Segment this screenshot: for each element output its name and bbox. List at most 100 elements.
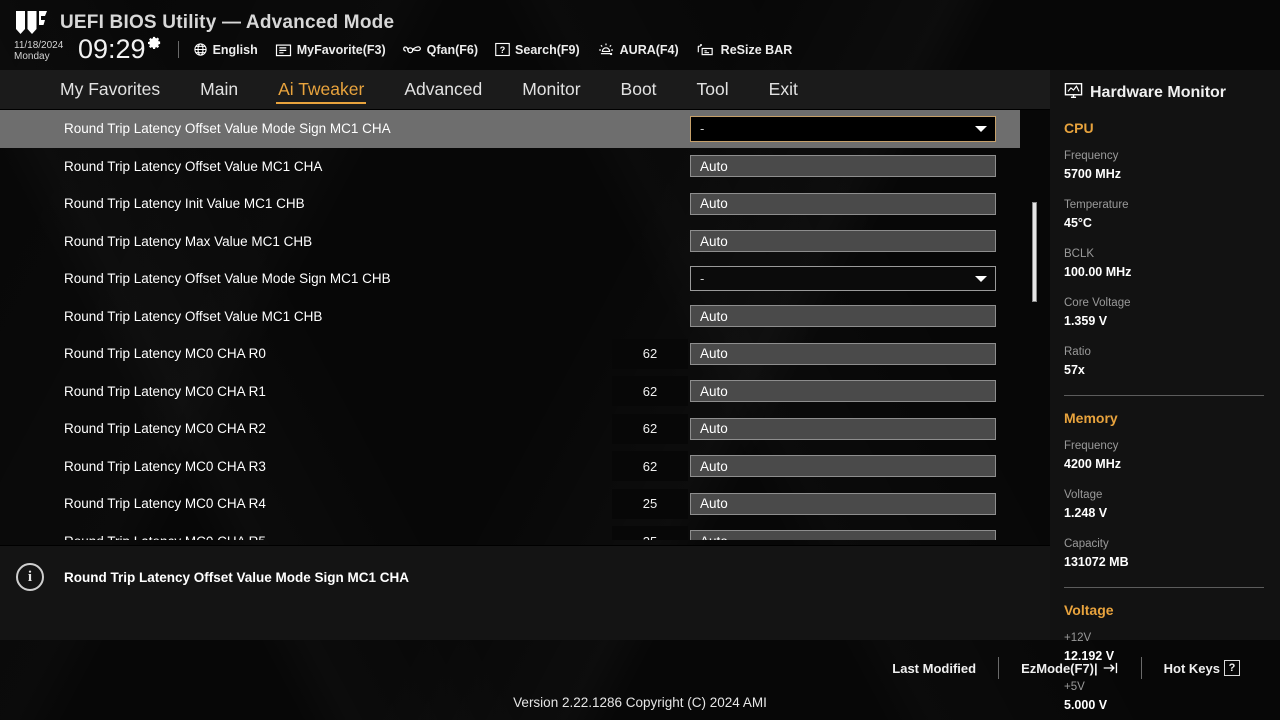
hw-entry: Frequency 4200 MHz — [1064, 438, 1177, 474]
chevron-down-icon — [975, 125, 987, 132]
menu-item-boot[interactable]: Boot — [601, 80, 677, 99]
enter-arrow-icon — [1102, 661, 1119, 675]
setting-input[interactable]: Auto — [690, 530, 996, 540]
globe-icon — [193, 42, 208, 57]
setting-label: Round Trip Latency MC0 CHA R3 — [64, 458, 266, 474]
question-box-icon: ? — [495, 42, 510, 57]
menu-item-tool[interactable]: Tool — [677, 80, 749, 99]
hotkeys-button[interactable]: Hot Keys ? — [1142, 660, 1262, 676]
setting-input[interactable]: Auto — [690, 305, 996, 328]
setting-row[interactable]: Round Trip Latency Init Value MC1 CHB Aut… — [0, 185, 1050, 223]
hw-entry: Core Voltage 1.359 V — [1064, 295, 1177, 331]
setting-row[interactable]: Round Trip Latency MC0 CHA R4 25 Auto — [0, 485, 1050, 523]
menu-item-advanced[interactable]: Advanced — [384, 80, 502, 99]
hw-entry-value: 131072 MB — [1064, 555, 1129, 570]
setting-row[interactable]: Round Trip Latency Offset Value MC1 CHA A… — [0, 148, 1050, 186]
hw-entry-key: Ratio — [1064, 346, 1091, 358]
hw-entry: Ratio 57x — [1064, 344, 1280, 380]
setting-current-value: 62 — [612, 376, 688, 407]
setting-label: Round Trip Latency MC0 CHA R2 — [64, 421, 266, 437]
setting-dropdown[interactable]: - — [690, 115, 996, 142]
setting-row[interactable]: Round Trip Latency MC0 CHA R0 62 Auto — [0, 335, 1050, 373]
hw-entry: Voltage 1.248 V — [1064, 487, 1177, 523]
setting-label: Round Trip Latency MC0 CHA R5 — [64, 534, 266, 540]
setting-label: Round Trip Latency Init Value MC1 CHB — [64, 196, 305, 212]
menu-item-my-favorites[interactable]: My Favorites — [40, 80, 180, 99]
setting-row[interactable]: Round Trip Latency Offset Value MC1 CHB A… — [0, 298, 1050, 336]
hw-separator — [1064, 587, 1264, 588]
settings-list: Round Trip Latency Offset Value Mode Sig… — [0, 110, 1050, 540]
setting-input[interactable]: Auto — [690, 230, 996, 253]
setting-row[interactable]: Round Trip Latency Offset Value Mode Sig… — [0, 110, 1020, 148]
setting-input[interactable]: Auto — [690, 455, 996, 478]
setting-dropdown[interactable]: - — [690, 266, 996, 292]
resize-bar-icon — [696, 42, 716, 58]
lang-label: English — [212, 42, 258, 57]
chevron-down-icon — [975, 275, 987, 282]
dropdown-value: - — [700, 271, 705, 287]
info-icon: i — [16, 563, 44, 591]
scrollbar-thumb[interactable] — [1032, 202, 1037, 302]
ezmode-label: EzMode(F7)| — [1021, 660, 1098, 676]
hw-section-entries: Frequency 5700 MHz Temperature 45°C BCLK 100.… — [1064, 148, 1280, 393]
setting-row[interactable]: Round Trip Latency MC0 CHA R5 25Auto — [0, 523, 1050, 540]
ezmode-button[interactable]: EzMode(F7)| — [999, 661, 1141, 676]
hw-entry-value: 100.00 MHz — [1064, 265, 1132, 280]
setting-input[interactable]: Auto — [690, 155, 996, 178]
clock-text: 09:29 — [78, 34, 146, 64]
hw-entry-value: 4200 MHz — [1064, 457, 1121, 472]
tuf-gaming-logo — [14, 10, 48, 36]
hardware-monitor-title: Hardware Monitor — [1064, 82, 1280, 104]
header-toolbar: 11/18/2024 Monday 09:29 English MyFavori… — [14, 36, 809, 63]
setting-row[interactable]: Round Trip Latency MC0 CHA R2 62 Auto — [0, 410, 1050, 448]
setting-row[interactable]: Round Trip Latency MC0 CHA R1 62 Auto — [0, 373, 1050, 411]
setting-current-value: 25 — [612, 526, 688, 540]
hw-separator — [1064, 395, 1264, 396]
title-row: UEFI BIOS Utility — Advanced Mode — [14, 10, 394, 36]
search-label: Search(F9) — [515, 42, 580, 57]
hw-section-entries: Frequency 4200 MHz Voltage 1.248 V Capacity 1… — [1064, 438, 1280, 585]
setting-current-value: 62 — [612, 451, 688, 482]
setting-input[interactable]: Auto — [690, 342, 996, 365]
dropdown-value: - — [700, 121, 705, 137]
menu-item-monitor[interactable]: Monitor — [502, 80, 600, 99]
gear-icon[interactable] — [147, 35, 162, 55]
menu-item-exit[interactable]: Exit — [749, 80, 818, 99]
hw-section-title: CPU — [1064, 120, 1094, 136]
aura-label: AURA(F4) — [619, 42, 679, 57]
menu-item-main[interactable]: Main — [180, 80, 258, 99]
hw-entry-key: Frequency — [1064, 440, 1119, 452]
hw-entry-value: 45°C — [1064, 216, 1092, 231]
menu-item-ai-tweaker[interactable]: Ai Tweaker — [258, 80, 384, 104]
setting-input[interactable]: Auto — [690, 417, 996, 440]
hw-section-title: Voltage — [1064, 602, 1114, 618]
setting-label: Round Trip Latency MC0 CHA R1 — [64, 383, 266, 399]
hw-section-title: Memory — [1064, 410, 1118, 426]
search-button[interactable]: ? Search(F9) — [495, 42, 580, 57]
setting-input[interactable]: Auto — [690, 380, 996, 403]
setting-label: Round Trip Latency MC0 CHA R4 — [64, 496, 266, 512]
myfavorite-button[interactable]: MyFavorite(F3) — [275, 43, 386, 57]
hardware-monitor-label: Hardware Monitor — [1090, 84, 1227, 101]
setting-input[interactable]: Auto — [690, 192, 996, 215]
setting-row[interactable]: Round Trip Latency Max Value MC1 CHB Auto — [0, 223, 1050, 261]
setting-input[interactable]: Auto — [690, 492, 996, 515]
lang-button[interactable]: English — [193, 42, 258, 57]
setting-row[interactable]: Round Trip Latency MC0 CHA R3 62 Auto — [0, 448, 1050, 486]
monitor-icon — [1064, 82, 1083, 104]
resize-bar-button[interactable]: ReSize BAR — [696, 42, 793, 58]
hw-entry: Frequency 5700 MHz — [1064, 148, 1177, 184]
resize-bar-label: ReSize BAR — [720, 42, 793, 57]
question-mark-icon: ? — [1224, 660, 1240, 676]
page-title: UEFI BIOS Utility — Advanced Mode — [60, 12, 395, 33]
aura-button[interactable]: AURA(F4) — [597, 42, 679, 58]
setting-row[interactable]: Round Trip Latency Offset Value Mode Sig… — [0, 260, 1050, 298]
last-modified-button[interactable]: Last Modified — [870, 661, 998, 676]
qfan-label: Qfan(F6) — [426, 42, 479, 57]
qfan-button[interactable]: Qfan(F6) — [402, 42, 479, 57]
setting-current-value: 62 — [612, 338, 688, 369]
hw-entry-key: Temperature — [1064, 199, 1129, 211]
aura-light-icon — [597, 42, 615, 58]
hw-entry-value: 1.359 V — [1064, 314, 1108, 329]
settings-scrollbar[interactable] — [1030, 110, 1038, 540]
